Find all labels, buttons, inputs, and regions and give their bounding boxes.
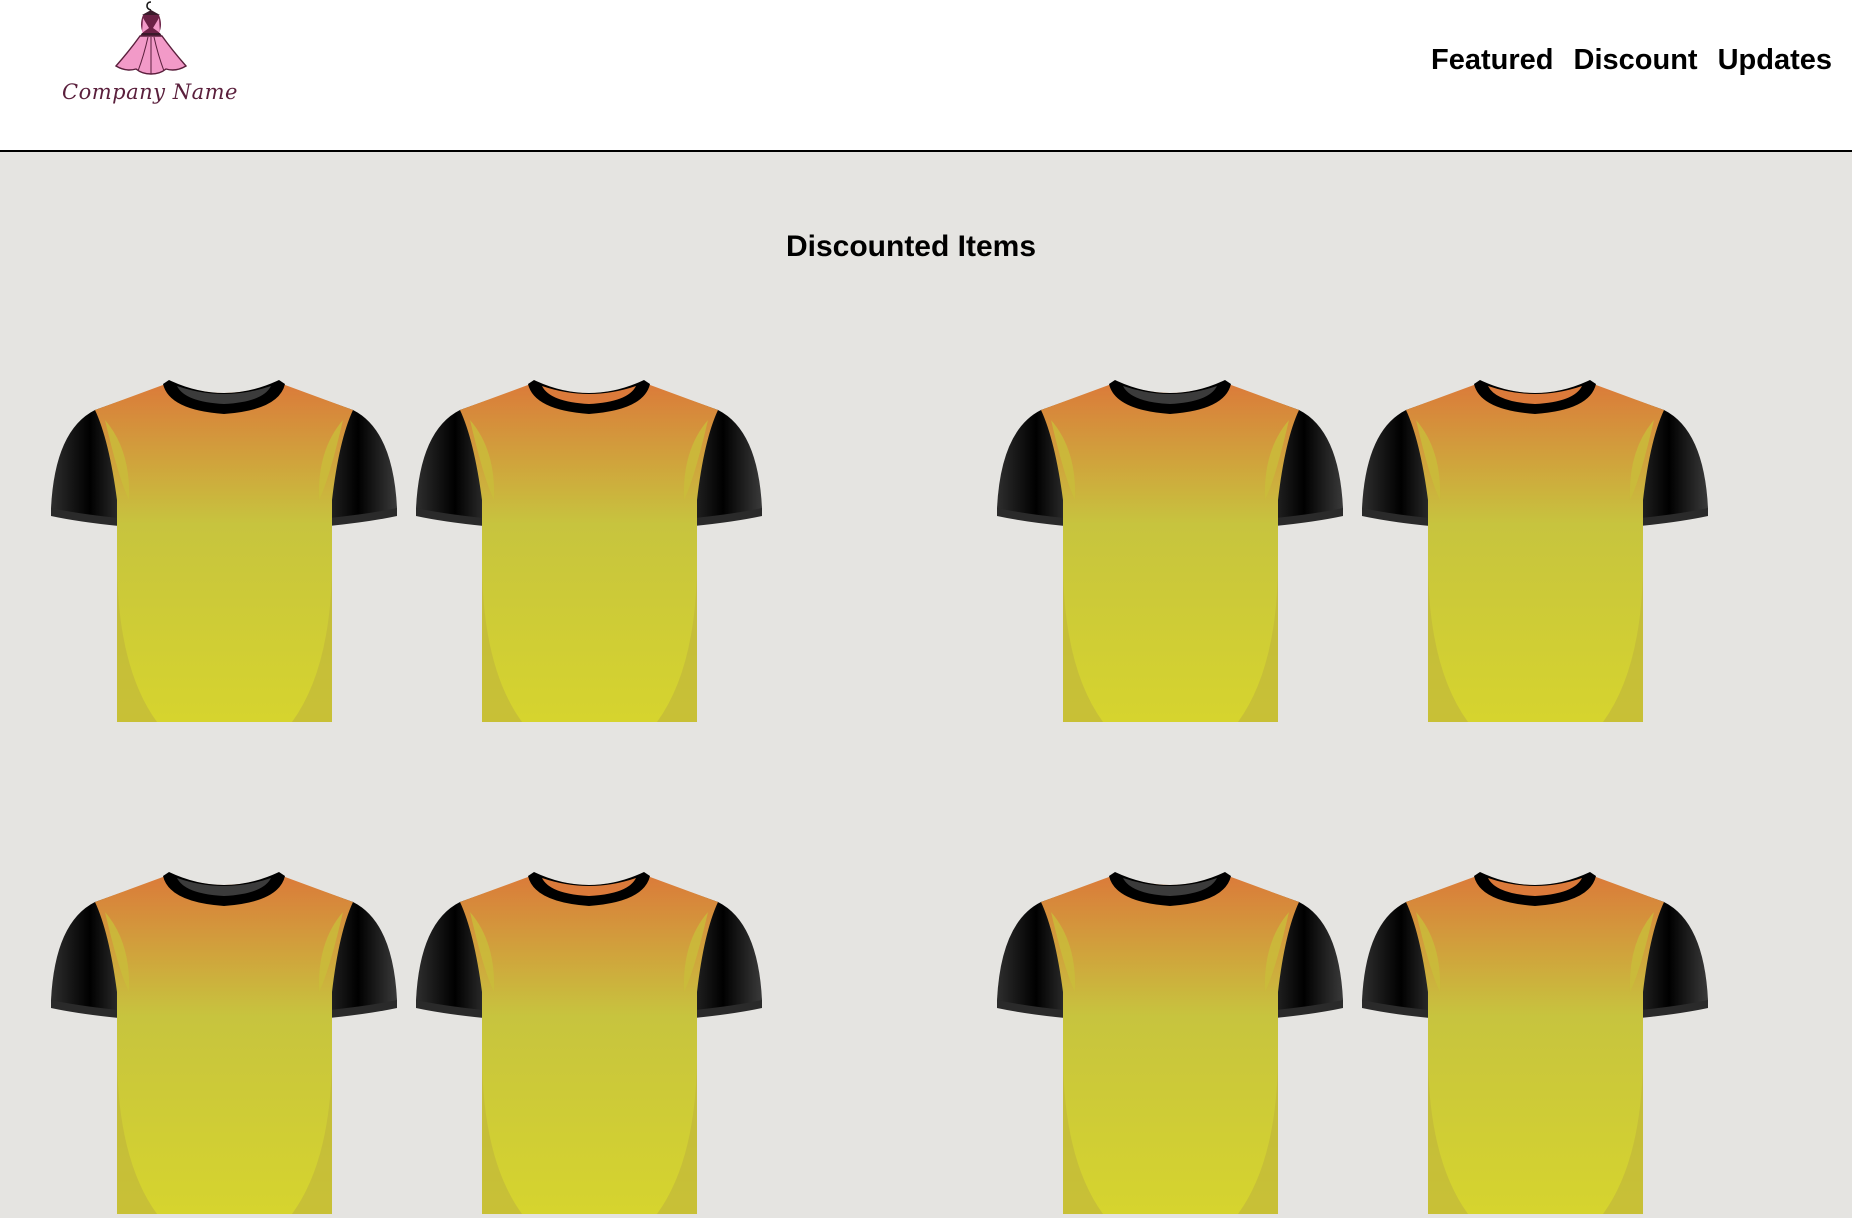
tshirt-image [997,380,1343,722]
tshirt-image [1362,380,1708,722]
product-item[interactable] [414,370,764,726]
tshirt-image [997,872,1343,1214]
tshirt-image [51,872,397,1214]
tshirt-image [416,380,762,722]
product-item[interactable] [49,862,399,1218]
product-item[interactable] [414,862,764,1218]
product-item[interactable] [49,370,399,726]
tshirt-image [416,872,762,1214]
product-item[interactable] [995,862,1345,1218]
product-item[interactable] [1360,370,1710,726]
product-item[interactable] [995,370,1345,726]
tshirt-image [51,380,397,722]
product-grid [0,0,1852,1214]
tshirt-image [1362,872,1708,1214]
product-item[interactable] [1360,862,1710,1218]
